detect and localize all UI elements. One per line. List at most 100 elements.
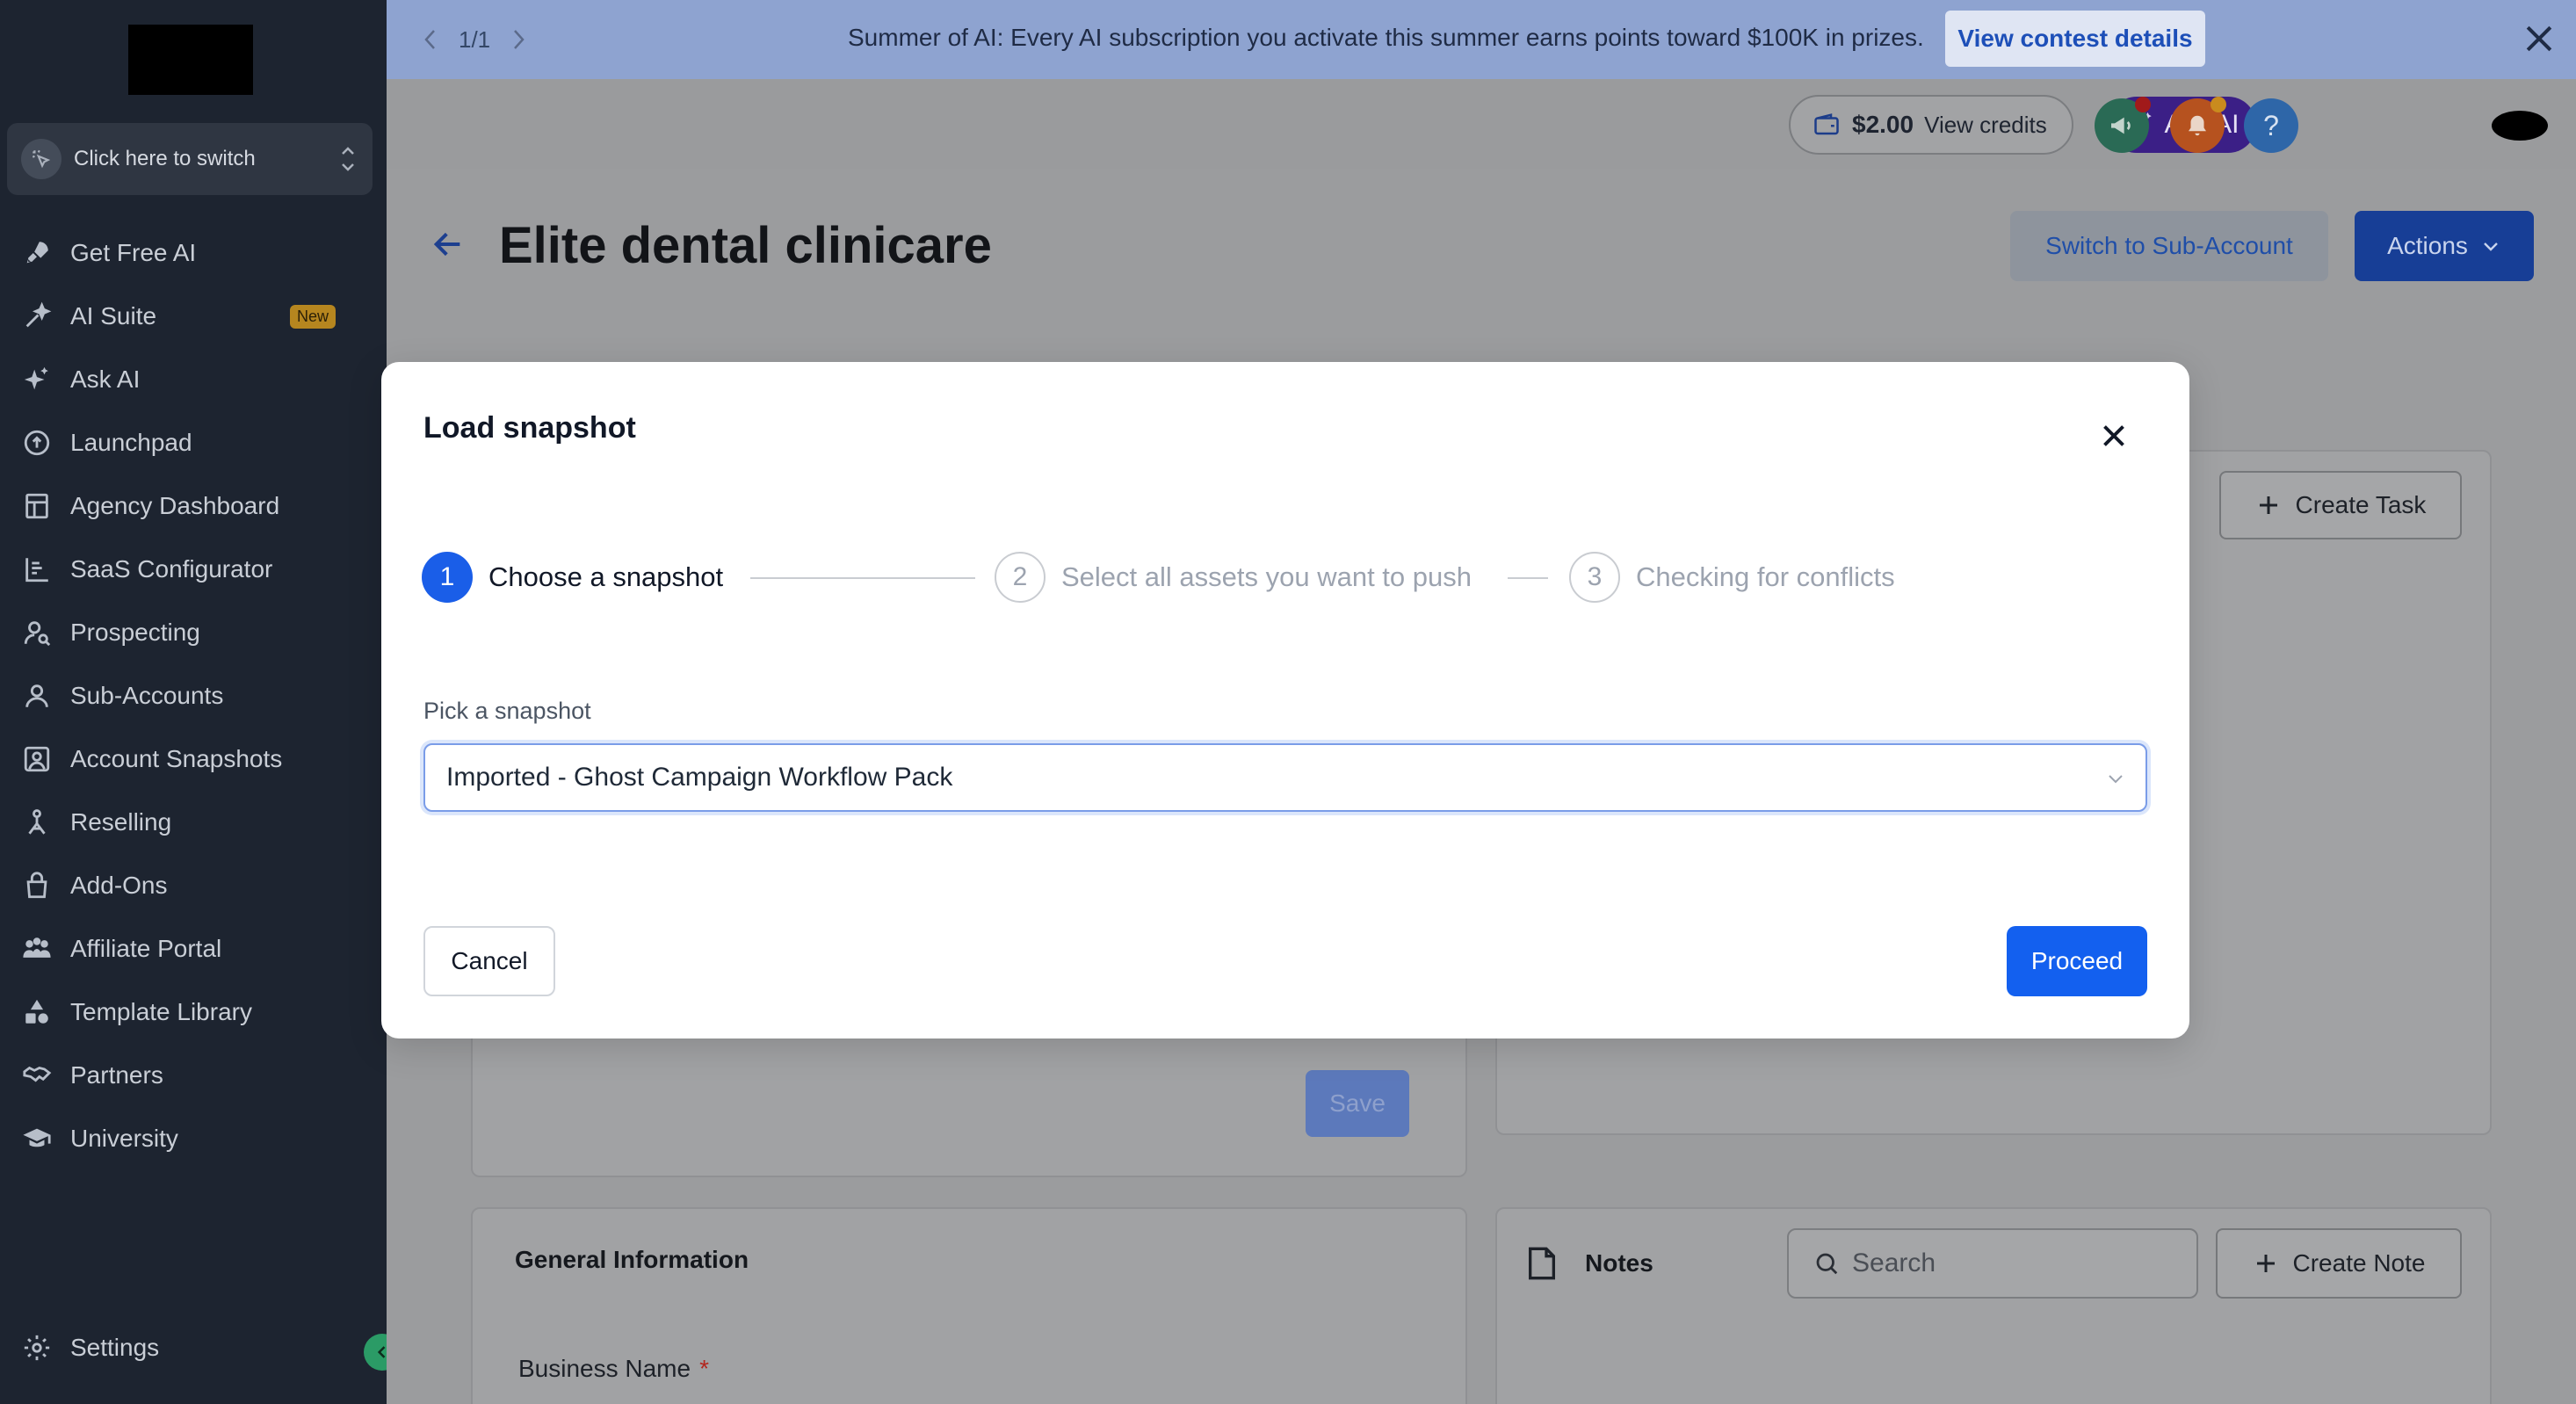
sidebar-item-launchpad[interactable]: Launchpad	[19, 420, 371, 466]
chevron-down-icon	[2484, 242, 2498, 251]
switch-to-sub-account-button[interactable]: Switch to Sub-Account	[2010, 211, 2328, 281]
sidebar-item-account-snapshots[interactable]: Account Snapshots	[19, 736, 371, 782]
account-switcher[interactable]: Click here to switch	[7, 123, 373, 195]
credits-label: View credits	[1924, 111, 2047, 138]
snapshot-select[interactable]: Imported - Ghost Campaign Workflow Pack	[423, 743, 2147, 812]
sidebar-item-label: AI Suite	[70, 302, 157, 329]
step-number: 2	[995, 552, 1046, 603]
dashboard-icon	[19, 489, 54, 524]
sidebar-item-prospecting[interactable]: Prospecting	[19, 610, 371, 655]
sidebar-item-label: Get Free AI	[70, 239, 197, 266]
banner-pager: 1/1	[422, 26, 527, 54]
chart-icon	[19, 552, 54, 587]
help-button[interactable]: ?	[2244, 98, 2298, 153]
step-number: 1	[422, 552, 473, 603]
sidebar-item-settings[interactable]: Settings	[19, 1325, 371, 1371]
credits-amount: $2.00	[1852, 111, 1914, 138]
business-name-text: Business Name	[518, 1355, 691, 1382]
sidebar-item-label: Prospecting	[70, 619, 200, 646]
step-3: 3 Checking for conflicts	[1569, 552, 1895, 603]
notification-dot	[2135, 97, 2151, 112]
business-name-label: Business Name *	[518, 1355, 709, 1383]
document-icon	[1529, 1247, 1555, 1280]
credits-button[interactable]: $2.00 View credits	[1789, 95, 2073, 155]
sidebar-item-label: Affiliate Portal	[70, 935, 222, 962]
sidebar-item-affiliate-portal[interactable]: Affiliate Portal	[19, 926, 371, 972]
step-number: 3	[1569, 552, 1620, 603]
close-icon[interactable]	[2098, 420, 2130, 452]
sparkles-icon	[19, 362, 54, 397]
step-connector	[1508, 577, 1548, 579]
sidebar-item-label: Reselling	[70, 808, 172, 836]
sidebar-item-partners[interactable]: Partners	[19, 1053, 371, 1098]
actions-dropdown[interactable]: Actions	[2355, 211, 2534, 281]
chevron-up-down-icon	[342, 147, 354, 171]
sidebar-item-add-ons[interactable]: Add-Ons	[19, 863, 371, 908]
sidebar-item-agency-dashboard[interactable]: Agency Dashboard	[19, 483, 371, 529]
sidebar-item-template-library[interactable]: Template Library	[19, 989, 371, 1035]
proceed-button[interactable]: Proceed	[2007, 926, 2147, 996]
chevron-down-icon	[2109, 775, 2123, 784]
announcements-button[interactable]	[2095, 97, 2151, 153]
view-contest-details-button[interactable]: View contest details	[1945, 11, 2205, 67]
wallet-icon	[1814, 113, 1839, 135]
new-badge: New	[289, 304, 336, 329]
rocket-icon	[19, 235, 54, 271]
chevron-left-icon[interactable]	[422, 27, 439, 52]
sidebar-item-label: Launchpad	[70, 429, 192, 456]
graduation-cap-icon	[19, 1121, 54, 1156]
gear-icon	[19, 1330, 54, 1365]
plus-icon	[2259, 496, 2277, 514]
plus-icon	[2256, 1255, 2275, 1272]
page-title: Elite dental clinicare	[499, 217, 992, 274]
person-search-icon	[19, 615, 54, 650]
notes-title: Notes	[1585, 1249, 1653, 1277]
chevron-right-icon[interactable]	[510, 27, 527, 52]
cancel-button[interactable]: Cancel	[423, 926, 555, 996]
sidebar-item-label: Agency Dashboard	[70, 492, 280, 519]
promo-banner: 1/1 Summer of AI: Every AI subscription …	[387, 0, 2576, 79]
sidebar: Click here to switch Get Free AI AI Suit…	[0, 0, 401, 1404]
actions-label: Actions	[2387, 232, 2468, 259]
bag-icon	[19, 868, 54, 903]
bell-icon	[2189, 115, 2206, 136]
shapes-icon	[19, 995, 54, 1030]
avatar[interactable]	[2492, 111, 2548, 141]
back-arrow-icon[interactable]	[431, 227, 466, 262]
sidebar-item-ai-suite[interactable]: AI Suite New	[19, 293, 371, 339]
selected-snapshot: Imported - Ghost Campaign Workflow Pack	[446, 763, 953, 792]
close-icon[interactable]	[2520, 19, 2558, 58]
sidebar-item-university[interactable]: University	[19, 1116, 371, 1162]
top-bar: $2.00 View credits Ask AI ?	[387, 79, 2576, 169]
notifications-button[interactable]	[2170, 97, 2226, 153]
create-task-button[interactable]: Create Task	[2219, 471, 2462, 539]
load-snapshot-modal: Load snapshot 1 Choose a snapshot 2 Sele…	[381, 362, 2189, 1039]
save-button[interactable]: Save	[1306, 1070, 1409, 1137]
step-connector	[750, 577, 975, 579]
sidebar-item-get-free-ai[interactable]: Get Free AI	[19, 230, 371, 276]
users-icon	[19, 931, 54, 966]
sidebar-item-reselling[interactable]: Reselling	[19, 800, 371, 845]
question-icon: ?	[2263, 109, 2279, 141]
sidebar-item-label: Sub-Accounts	[70, 682, 224, 709]
notes-search-input[interactable]: Search	[1787, 1228, 2198, 1299]
snapshot-icon	[19, 742, 54, 777]
required-mark: *	[699, 1355, 709, 1382]
sidebar-item-label: Partners	[70, 1061, 163, 1089]
create-task-label: Create Task	[2295, 491, 2427, 518]
banner-message: Summer of AI: Every AI subscription you …	[848, 24, 1924, 51]
create-note-button[interactable]: Create Note	[2216, 1228, 2462, 1299]
pointer-click-icon	[21, 139, 62, 179]
sidebar-item-label: University	[70, 1125, 178, 1152]
sidebar-item-ask-ai[interactable]: Ask AI	[19, 357, 371, 402]
search-placeholder: Search	[1852, 1248, 1936, 1277]
sidebar-item-saas-configurator[interactable]: SaaS Configurator	[19, 546, 371, 592]
pick-snapshot-label: Pick a snapshot	[423, 698, 591, 724]
search-icon	[1816, 1253, 1838, 1275]
agency-logo[interactable]	[128, 25, 253, 95]
step-2: 2 Select all assets you want to push	[995, 552, 1472, 603]
sidebar-item-sub-accounts[interactable]: Sub-Accounts	[19, 673, 371, 719]
sidebar-item-label: SaaS Configurator	[70, 555, 273, 583]
launchpad-icon	[19, 425, 54, 460]
sidebar-item-label: Account Snapshots	[70, 745, 283, 772]
